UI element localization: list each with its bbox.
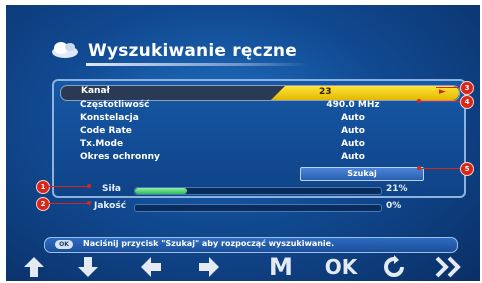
signal-quality-label: Jakość <box>94 201 127 211</box>
row-tx-mode[interactable]: Tx.Mode Auto <box>60 139 458 152</box>
callout-4: 4 <box>460 95 474 109</box>
callout-4-leader <box>420 101 460 102</box>
ok-key[interactable]: OK <box>318 253 364 281</box>
guard-interval-label: Okres ochronny <box>80 152 160 162</box>
signal-strength-fill <box>135 188 187 194</box>
ok-key-badge: OK <box>55 240 73 249</box>
callout-5: 5 <box>460 162 474 176</box>
hint-bar: OK Naciśnij przycisk "Szukaj" aby rozpoc… <box>44 237 458 253</box>
callout-1-leader <box>49 186 89 187</box>
constellation-label: Konstelacja <box>80 113 139 123</box>
signal-quality-bar <box>134 204 382 212</box>
callout-1: 1 <box>36 180 50 194</box>
signal-quality-percent: 0% <box>386 201 402 211</box>
tx-mode-label: Tx.Mode <box>80 139 124 149</box>
title-underline <box>86 63 308 66</box>
row-constellation[interactable]: Konstelacja Auto <box>60 113 458 126</box>
signal-strength-bar <box>134 187 382 195</box>
refresh-icon[interactable] <box>382 253 416 281</box>
arrow-up-icon[interactable] <box>22 253 56 281</box>
channel-value-field[interactable] <box>271 86 459 100</box>
row-code-rate[interactable]: Code Rate Auto <box>60 126 458 139</box>
callout-5-leader <box>420 168 460 169</box>
channel-value: 23 <box>319 87 332 97</box>
callout-1-dot <box>87 184 91 188</box>
guard-interval-value: Auto <box>341 152 365 162</box>
frequency-value: 490.0 MHz <box>326 100 380 110</box>
signal-strength-percent: 21% <box>386 184 408 194</box>
manual-search-panel: Kanał 23 ► Częstotliwość 490.0 MHz Konst… <box>52 79 466 198</box>
row-guard-interval[interactable]: Okres ochronny Auto <box>60 152 458 165</box>
frequency-label: Częstotliwość <box>80 100 150 110</box>
menu-key[interactable]: M <box>264 253 298 281</box>
arrow-left-icon[interactable] <box>138 253 172 281</box>
callout-2-leader <box>49 203 89 204</box>
channel-label: Kanał <box>81 86 110 96</box>
double-chevron-right-icon[interactable] <box>434 253 474 281</box>
callout-3-leader <box>436 87 460 88</box>
arrow-right-icon[interactable] <box>196 253 230 281</box>
page-title: Wyszukiwanie ręczne <box>88 41 297 61</box>
callout-2: 2 <box>36 197 50 211</box>
signal-strength-label: Siła <box>102 184 121 194</box>
hint-text: Naciśnij przycisk "Szukaj" aby rozpocząć… <box>83 239 335 248</box>
tv-screen: Wyszukiwanie ręczne Kanał 23 ► Częstotli… <box>6 5 480 281</box>
tx-mode-value: Auto <box>341 139 365 149</box>
row-channel[interactable]: Kanał 23 ► <box>60 85 460 101</box>
satellite-dish-icon <box>52 42 78 58</box>
callout-5-dot <box>417 166 421 170</box>
code-rate-value: Auto <box>341 126 365 136</box>
arrow-right-icon[interactable]: ► <box>439 87 446 97</box>
row-frequency[interactable]: Częstotliwość 490.0 MHz <box>60 100 458 113</box>
constellation-value: Auto <box>341 113 365 123</box>
arrow-down-icon[interactable] <box>76 253 110 281</box>
callout-3: 3 <box>460 81 474 95</box>
callout-2-dot <box>87 201 91 205</box>
callout-4-dot <box>417 99 421 103</box>
code-rate-label: Code Rate <box>80 126 132 136</box>
search-button[interactable]: Szukaj <box>300 167 424 181</box>
